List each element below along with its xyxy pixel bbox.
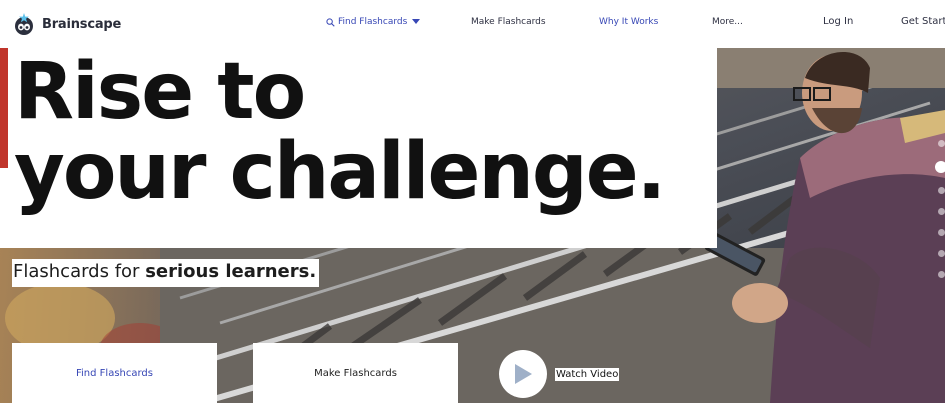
caret-down-icon [412, 19, 421, 24]
nav-find-flashcards-label: Find Flashcards [338, 17, 408, 27]
log-in-link[interactable]: Log In [823, 16, 853, 27]
slider-dot[interactable] [938, 229, 945, 236]
photo-edge-strip [0, 48, 8, 168]
slider-dot[interactable] [938, 140, 945, 147]
nav-more[interactable]: More... [712, 17, 743, 27]
slider-dots [935, 140, 945, 292]
nav-make-flashcards[interactable]: Make Flashcards [471, 17, 546, 27]
find-flashcards-button[interactable]: Find Flashcards [12, 343, 217, 403]
nav-why-it-works[interactable]: Why It Works [599, 17, 658, 27]
hero-headline-line-1: Rise to [14, 47, 306, 137]
slider-dot[interactable] [938, 208, 945, 215]
play-button-circle[interactable] [499, 350, 547, 398]
get-started-link[interactable]: Get Starte [901, 16, 945, 27]
make-flashcards-button[interactable]: Make Flashcards [253, 343, 458, 403]
hero-headline-line-2: your challenge. [14, 127, 666, 217]
watch-video-label: Watch Video [555, 367, 620, 381]
hero-subheadline: Flashcards for serious learners. [12, 259, 320, 287]
brain-mascot-icon [15, 13, 33, 35]
play-icon [515, 364, 532, 384]
slider-dot-active[interactable] [935, 161, 945, 173]
hero-subheadline-bold: serious learners. [145, 261, 317, 282]
watch-video-button[interactable]: Watch Video [499, 350, 620, 398]
nav-find-flashcards[interactable]: Find Flashcards [326, 17, 421, 27]
brand-name: Brainscape [42, 16, 122, 32]
slider-dot[interactable] [938, 271, 945, 278]
slider-dot[interactable] [938, 250, 945, 257]
top-navigation: Brainscape Find Flashcards Make Flashcar… [0, 0, 945, 48]
brainscape-logo[interactable]: Brainscape [12, 12, 121, 36]
slider-dot[interactable] [938, 187, 945, 194]
hero-headline: Rise to your challenge. [14, 52, 719, 212]
search-icon [326, 17, 335, 27]
hero-subheadline-plain: Flashcards for [13, 261, 146, 282]
